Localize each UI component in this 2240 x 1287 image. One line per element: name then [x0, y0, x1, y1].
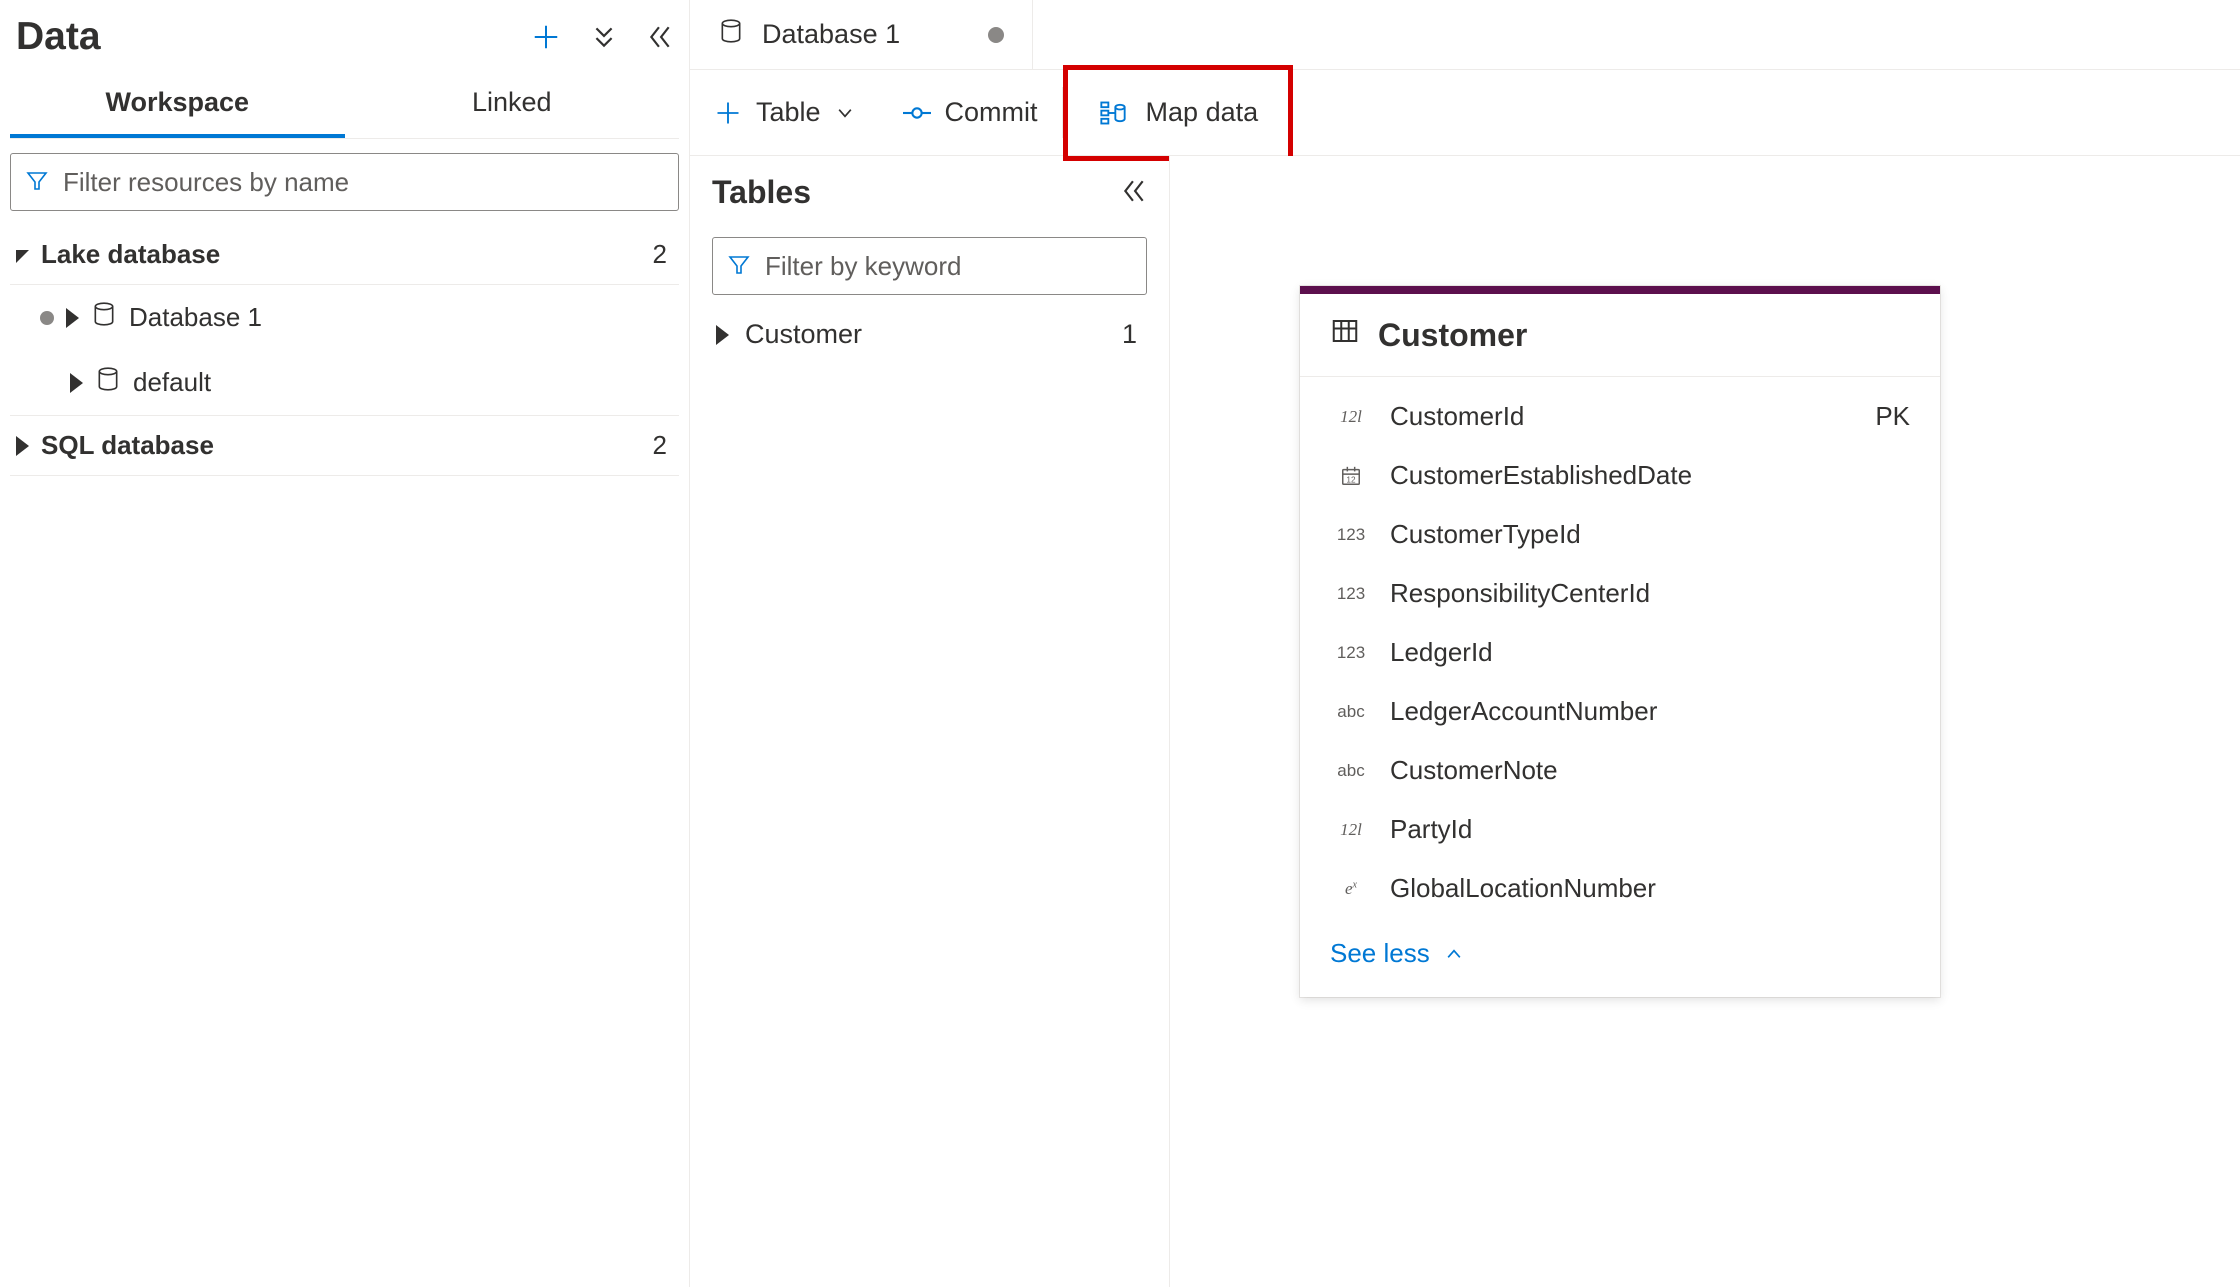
- field-row[interactable]: 123 CustomerTypeId: [1330, 505, 1910, 564]
- see-less-button[interactable]: See less: [1300, 918, 1940, 997]
- tables-panel: Tables Customer 1: [690, 156, 1170, 1287]
- map-data-button[interactable]: Map data: [1098, 70, 1259, 156]
- unsaved-dot-icon: [988, 27, 1004, 43]
- new-table-label: Table: [756, 97, 821, 128]
- tables-title: Tables: [712, 174, 811, 211]
- field-type-icon: 123: [1330, 525, 1372, 545]
- field-name: CustomerTypeId: [1390, 519, 1892, 550]
- chevron-double-left-icon[interactable]: [1121, 178, 1147, 207]
- field-type-icon: abc: [1330, 761, 1372, 781]
- sidebar-title: Data: [16, 15, 101, 59]
- data-sidebar: Data Workspace Linked Lake database 2: [0, 0, 690, 1287]
- sidebar-filter[interactable]: [10, 153, 679, 211]
- tab-workspace[interactable]: Workspace: [10, 79, 345, 138]
- sidebar-header: Data: [10, 15, 679, 79]
- editor-tab-label: Database 1: [762, 19, 900, 50]
- sidebar-tabs: Workspace Linked: [10, 79, 679, 139]
- database-icon: [718, 16, 744, 53]
- field-name: PartyId: [1390, 814, 1892, 845]
- sidebar-filter-input[interactable]: [63, 167, 664, 198]
- field-key-badge: PK: [1875, 401, 1910, 432]
- tables-filter[interactable]: [712, 237, 1147, 295]
- field-row[interactable]: ex GlobalLocationNumber: [1330, 859, 1910, 918]
- tree-group-lake[interactable]: Lake database 2: [10, 225, 679, 285]
- filter-icon: [727, 253, 751, 280]
- field-row[interactable]: 123 ResponsibilityCenterId: [1330, 564, 1910, 623]
- commit-button[interactable]: Commit: [879, 70, 1062, 155]
- field-type-icon: ex: [1330, 879, 1372, 899]
- map-data-icon: [1098, 99, 1128, 127]
- field-type-icon: 12: [1330, 465, 1372, 487]
- table-entry-customer[interactable]: Customer 1: [712, 295, 1147, 374]
- table-entry-count: 1: [1122, 319, 1143, 350]
- field-name: CustomerNote: [1390, 755, 1892, 786]
- field-name: GlobalLocationNumber: [1390, 873, 1892, 904]
- tree-item-database1[interactable]: Database 1: [10, 285, 679, 350]
- caret-right-icon: [716, 325, 729, 345]
- table-card-fields: 12l CustomerId PK 12 CustomerEstablishedDate…: [1300, 377, 1940, 918]
- field-row[interactable]: abc CustomerNote: [1330, 741, 1910, 800]
- body-split: Tables Customer 1: [690, 156, 2240, 1287]
- design-canvas[interactable]: Customer 12l CustomerId PK 12 CustomerEstabl…: [1170, 156, 2240, 1287]
- svg-text:12: 12: [1346, 475, 1356, 484]
- sidebar-actions: [531, 22, 673, 52]
- database-icon: [95, 364, 121, 401]
- tree-group-count: 2: [653, 430, 673, 461]
- see-less-label: See less: [1330, 938, 1430, 969]
- field-type-icon: 12l: [1330, 820, 1372, 840]
- tree-group-label: Lake database: [41, 239, 641, 270]
- table-icon: [1330, 316, 1360, 354]
- tree-item-label: default: [133, 367, 673, 398]
- field-type-icon: abc: [1330, 702, 1372, 722]
- field-row[interactable]: 123 LedgerId: [1330, 623, 1910, 682]
- unsaved-dot-icon: [40, 311, 54, 325]
- tree-group-label: SQL database: [41, 430, 641, 461]
- field-type-icon: 123: [1330, 584, 1372, 604]
- main-area: Database 1 Table Commit Map data: [690, 0, 2240, 1287]
- editor-toolbar: Table Commit Map data: [690, 70, 2240, 156]
- tables-header: Tables: [712, 174, 1147, 211]
- chevron-down-icon: [835, 103, 855, 123]
- table-card-title: Customer: [1378, 317, 1527, 354]
- table-entry-name: Customer: [745, 319, 1106, 350]
- field-row[interactable]: 12 CustomerEstablishedDate: [1330, 446, 1910, 505]
- field-type-icon: 12l: [1330, 407, 1372, 427]
- tab-linked[interactable]: Linked: [345, 79, 680, 138]
- caret-right-icon: [16, 436, 29, 456]
- field-row[interactable]: abc LedgerAccountNumber: [1330, 682, 1910, 741]
- caret-down-icon: [16, 250, 29, 263]
- map-data-label: Map data: [1146, 97, 1259, 128]
- editor-tab-strip: Database 1: [690, 0, 2240, 70]
- chevron-double-left-icon[interactable]: [647, 24, 673, 50]
- field-row[interactable]: 12l PartyId: [1330, 800, 1910, 859]
- table-card-header: Customer: [1300, 294, 1940, 377]
- tables-filter-input[interactable]: [765, 251, 1132, 282]
- field-name: LedgerId: [1390, 637, 1892, 668]
- commit-icon: [903, 99, 931, 127]
- filter-icon: [25, 169, 49, 196]
- field-name: ResponsibilityCenterId: [1390, 578, 1892, 609]
- tree-item-label: Database 1: [129, 302, 673, 333]
- field-row[interactable]: 12l CustomerId PK: [1330, 387, 1910, 446]
- chevron-double-down-icon[interactable]: [591, 24, 617, 50]
- chevron-up-icon: [1444, 944, 1464, 964]
- tree-group-count: 2: [653, 239, 673, 270]
- field-name: CustomerEstablishedDate: [1390, 460, 1892, 491]
- field-name: LedgerAccountNumber: [1390, 696, 1892, 727]
- new-table-button[interactable]: Table: [690, 70, 879, 155]
- table-card-customer[interactable]: Customer 12l CustomerId PK 12 CustomerEstabl…: [1300, 286, 1940, 997]
- editor-tab-database1[interactable]: Database 1: [690, 0, 1033, 69]
- tree-group-sql[interactable]: SQL database 2: [10, 416, 679, 476]
- map-data-highlight: Map data: [1063, 65, 1294, 161]
- field-name: CustomerId: [1390, 401, 1857, 432]
- caret-right-icon: [70, 373, 83, 393]
- caret-right-icon: [66, 308, 79, 328]
- commit-label: Commit: [945, 97, 1038, 128]
- add-icon[interactable]: [531, 22, 561, 52]
- tree-item-default[interactable]: default: [10, 350, 679, 416]
- database-icon: [91, 299, 117, 336]
- field-type-icon: 123: [1330, 643, 1372, 663]
